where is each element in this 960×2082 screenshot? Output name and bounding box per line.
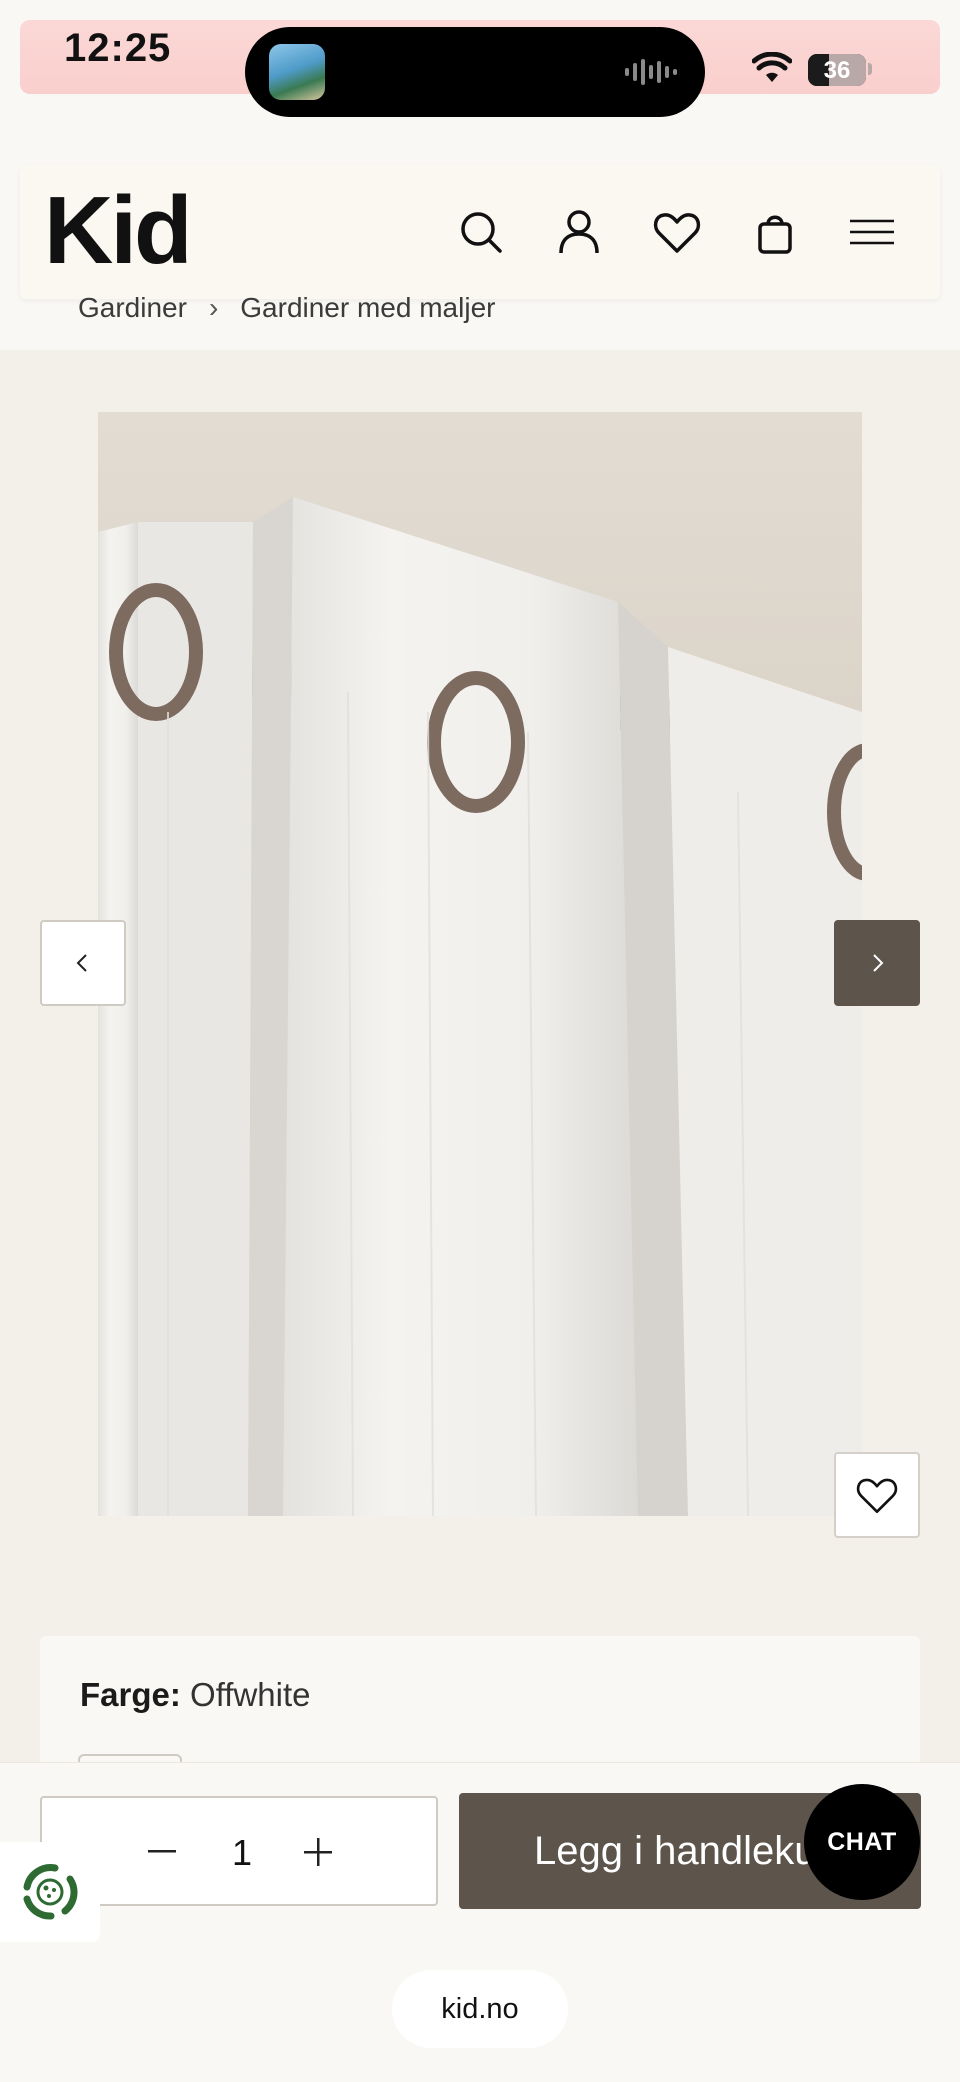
breadcrumb: Gardiner › Gardiner med maljer	[78, 292, 495, 324]
site-header: Kid	[20, 165, 940, 299]
chevron-right-icon	[873, 954, 884, 972]
chat-button[interactable]: CHAT	[804, 1784, 920, 1900]
color-value: Offwhite	[190, 1676, 311, 1713]
status-time: 12:25	[64, 26, 172, 70]
breadcrumb-item-gardiner[interactable]: Gardiner	[78, 292, 187, 323]
kid-logo[interactable]: Kid	[44, 183, 193, 279]
battery-level: 36	[823, 57, 851, 84]
dynamic-island	[245, 27, 705, 117]
quantity-increase-button[interactable]	[298, 1832, 338, 1872]
search-icon[interactable]	[456, 207, 506, 257]
now-playing-thumbnail	[269, 44, 325, 100]
recycle-icon	[23, 1864, 78, 1920]
minus-icon	[148, 1850, 176, 1853]
breadcrumb-item-gardiner-med-maljer[interactable]: Gardiner med maljer	[240, 292, 495, 323]
quantity-value[interactable]: 1	[222, 1832, 262, 1874]
battery-cap	[868, 63, 872, 75]
chevron-left-icon	[76, 954, 87, 972]
browser-url-pill[interactable]: kid.no	[392, 1970, 568, 2048]
plus-icon	[304, 1838, 332, 1866]
color-label: Farge:	[80, 1676, 181, 1713]
audio-wave-icon	[625, 59, 677, 85]
quantity-decrease-button[interactable]	[142, 1832, 182, 1872]
breadcrumb-separator: ›	[208, 292, 219, 323]
product-image[interactable]	[98, 412, 862, 1516]
gallery-next-button[interactable]	[834, 920, 920, 1006]
heart-icon	[856, 1478, 898, 1514]
curtain-illustration	[98, 412, 862, 1516]
bag-icon[interactable]	[750, 207, 800, 257]
account-icon[interactable]	[554, 207, 604, 257]
color-option-label: Farge: Offwhite	[80, 1676, 310, 1714]
gallery-prev-button[interactable]	[40, 920, 126, 1006]
add-to-wishlist-button[interactable]	[834, 1452, 920, 1538]
product-options: Farge: Offwhite	[40, 1636, 920, 1776]
eco-badge[interactable]	[0, 1842, 100, 1942]
wifi-icon	[752, 52, 792, 82]
heart-icon[interactable]	[652, 207, 702, 257]
menu-icon[interactable]	[848, 207, 896, 257]
battery-icon: 36	[808, 54, 866, 86]
